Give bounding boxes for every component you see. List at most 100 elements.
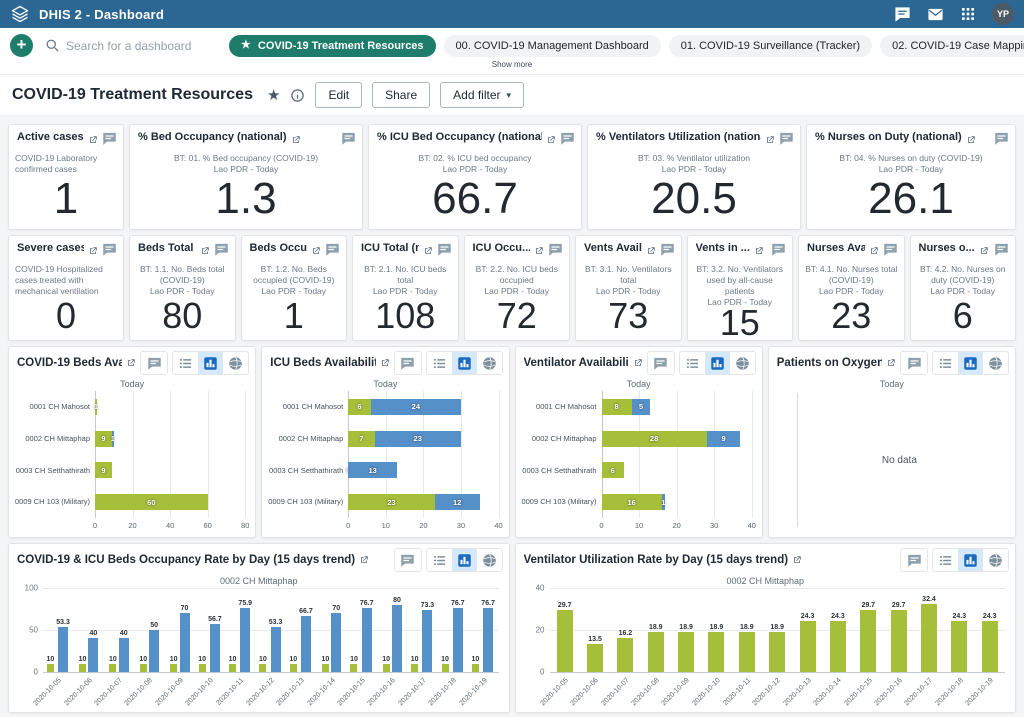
table-view-button[interactable] [173,352,198,374]
open-in-app-icon[interactable] [546,132,556,150]
comments-icon[interactable] [771,242,786,262]
chart-view-button[interactable] [958,549,983,571]
open-in-app-icon[interactable] [886,358,896,368]
x-axis: 2020-10-052020-10-062020-10-072020-10-08… [550,674,1006,712]
open-in-app-icon[interactable] [291,132,301,150]
axis-tick-label: 2020-10-09 [154,677,184,707]
info-icon[interactable] [290,88,305,103]
table-view-button[interactable] [933,549,958,571]
chart-view-button[interactable] [198,352,223,374]
comments-icon[interactable] [325,242,340,262]
comments-icon[interactable] [102,131,117,151]
axis-tick-label: 80 [241,521,249,530]
comments-icon[interactable] [214,242,229,262]
bar-value-label: 18.9 [740,624,754,631]
axis-tick-label: 2020-10-12 [752,677,782,707]
kpi-value: 73 [576,291,681,340]
new-dashboard-button[interactable]: + [10,34,33,57]
card-subtitle-line: BT: 2.1. No. ICU beds total [359,264,452,286]
table-view-button[interactable] [680,352,705,374]
messages-icon[interactable] [927,6,944,23]
open-in-app-icon[interactable] [792,555,802,565]
open-in-app-icon[interactable] [966,132,976,150]
open-in-app-icon[interactable] [380,358,390,368]
open-in-app-icon[interactable] [534,243,544,261]
open-in-app-icon[interactable] [869,243,879,261]
comments-icon[interactable] [102,242,117,262]
table-view-button[interactable] [427,352,452,374]
chart-view-button[interactable] [452,549,477,571]
dashboard-chip[interactable]: 02. COVID-19 Case Mapping (Tracker) [880,35,1024,57]
comments-icon[interactable] [779,131,794,151]
show-more-link[interactable]: Show more [0,60,1024,74]
comments-icon[interactable] [994,242,1009,262]
map-view-button[interactable] [730,352,755,374]
open-in-app-icon[interactable] [765,132,775,150]
chart-plot: 0204029.713.516.218.918.918.918.918.924.… [516,588,1016,672]
open-in-app-icon[interactable] [311,243,321,261]
dhis2-logo-icon[interactable] [10,4,30,24]
comments-icon[interactable] [660,242,675,262]
edit-button[interactable]: Edit [315,82,362,108]
map-view-button[interactable] [983,549,1008,571]
bar-group: 32.4 [914,588,944,672]
dashboard-chip[interactable]: ★COVID-19 Treatment Resources [229,35,436,57]
axis-tick-label: 0 [599,521,603,530]
comments-icon[interactable] [548,242,563,262]
map-view-button[interactable] [477,549,502,571]
open-in-app-icon[interactable] [754,243,764,261]
open-in-app-icon[interactable] [126,358,136,368]
view-toggle [932,548,1009,572]
chart-view-button[interactable] [705,352,730,374]
chart-card: COVID-19 & ICU Beds Occupancy Rate by Da… [8,543,510,713]
comments-button[interactable] [394,548,422,572]
bar [921,604,937,672]
share-button[interactable]: Share [372,82,430,108]
star-dashboard-button[interactable]: ★ [267,86,280,104]
interpretations-icon[interactable] [894,6,911,23]
map-view-button[interactable] [983,352,1008,374]
table-view-button[interactable] [933,352,958,374]
dashboard-chip[interactable]: 00. COVID-19 Management Dashboard [444,35,661,57]
bar-value-label: 10 [382,656,390,663]
map-view-button[interactable] [477,352,502,374]
open-in-app-icon[interactable] [979,243,989,261]
open-in-app-icon[interactable] [423,243,433,261]
bar-value-label: 1 [661,498,665,507]
bar [229,664,236,672]
comments-button[interactable] [900,548,928,572]
bar-group: 1056.7 [195,588,225,672]
open-in-app-icon[interactable] [88,243,98,261]
dashboard-chip[interactable]: 01. COVID-19 Surveillance (Tracker) [669,35,872,57]
dashboard-search-input[interactable] [66,39,208,53]
axis-tick-label: 2020-10-17 [904,677,934,707]
comments-icon[interactable] [341,131,356,151]
dashboard-chip-label: 01. COVID-19 Surveillance (Tracker) [681,40,860,52]
apps-menu-icon[interactable] [960,6,976,22]
open-in-app-icon[interactable] [200,243,210,261]
map-view-button[interactable] [223,352,248,374]
comments-icon[interactable] [560,131,575,151]
open-in-app-icon[interactable] [633,358,643,368]
chart-view-button[interactable] [958,352,983,374]
comments-icon[interactable] [437,242,452,262]
open-in-app-icon[interactable] [88,132,98,150]
comments-button[interactable] [394,351,422,375]
chart-view-button[interactable] [452,352,477,374]
bar [648,632,664,672]
add-filter-button[interactable]: Add filter▾ [440,82,524,108]
bar-value-label: 40 [120,630,128,637]
comments-button[interactable] [140,351,168,375]
comments-icon[interactable] [883,242,898,262]
open-in-app-icon[interactable] [359,555,369,565]
comments-button[interactable] [647,351,675,375]
table-view-button[interactable] [427,549,452,571]
bar-value-label: 80 [393,597,401,604]
comments-button[interactable] [900,351,928,375]
comments-icon[interactable] [994,131,1009,151]
avatar[interactable]: YP [992,3,1014,25]
card-subtitle-line: BT: 1.1. No. Beds total (COVID-19) [136,264,229,286]
axis-tick-label: 2020-10-09 [661,677,691,707]
bar [830,621,846,672]
open-in-app-icon[interactable] [646,243,656,261]
